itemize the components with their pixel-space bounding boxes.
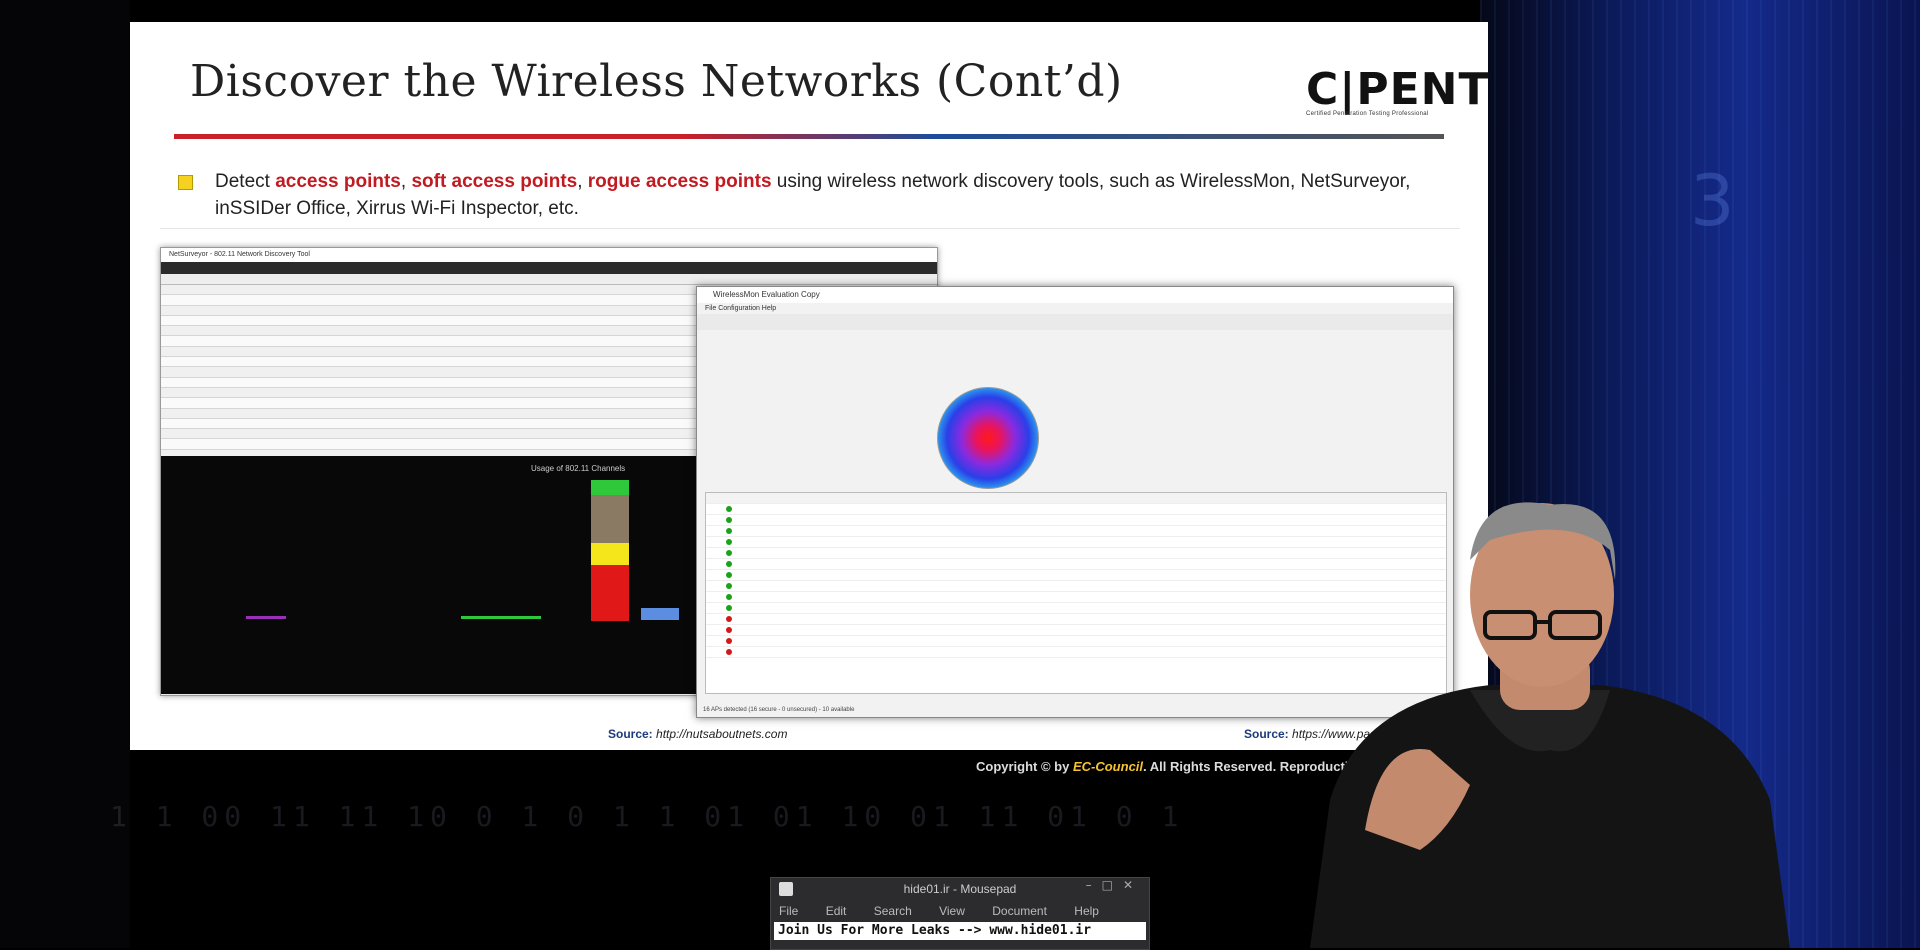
menu-edit[interactable]: Edit bbox=[826, 904, 847, 918]
status-dot-icon bbox=[726, 583, 732, 589]
chart-bar-yellow bbox=[591, 543, 629, 565]
wirelessmon-statusbar: 16 APs detected (16 secure - 0 unsecured… bbox=[703, 707, 855, 713]
netsurveyor-table-header bbox=[161, 274, 937, 285]
presenter-video bbox=[1310, 502, 1790, 948]
highlight-access-points: access points bbox=[275, 171, 401, 192]
mousepad-text-area[interactable]: Join Us For More Leaks --> www.hide01.ir bbox=[774, 922, 1146, 940]
status-dot-icon bbox=[726, 649, 732, 655]
menu-document[interactable]: Document bbox=[992, 904, 1047, 918]
text-editor-icon bbox=[779, 882, 793, 896]
slide-title: Discover the Wireless Networks (Cont’d) bbox=[190, 56, 1123, 107]
chart-bar-purple bbox=[246, 616, 286, 619]
menu-file[interactable]: File bbox=[779, 904, 798, 918]
chart-title: Usage of 802.11 Channels bbox=[531, 464, 626, 473]
mousepad-titlebar[interactable]: hide01.ir - Mousepad –□✕ bbox=[771, 878, 1149, 900]
source-left: Source: http://nutsaboutnets.com bbox=[608, 727, 787, 741]
bullet-sep: , bbox=[577, 171, 588, 192]
chart-bar-green-low bbox=[461, 616, 541, 619]
status-dot-icon bbox=[726, 616, 732, 622]
status-dot-icon bbox=[726, 528, 732, 534]
status-dot-icon bbox=[726, 517, 732, 523]
menu-search[interactable]: Search bbox=[874, 904, 912, 918]
wirelessmon-window-title: WirelessMon Evaluation Copy bbox=[697, 287, 1453, 303]
menu-view[interactable]: View bbox=[939, 904, 965, 918]
status-dot-icon bbox=[726, 627, 732, 633]
status-dot-icon bbox=[726, 550, 732, 556]
minimize-icon[interactable]: – bbox=[1086, 878, 1102, 892]
source-label: Source: bbox=[608, 727, 653, 741]
netsurveyor-window-title: NetSurveyor - 802.11 Network Discovery T… bbox=[161, 248, 937, 262]
mousepad-title: hide01.ir - Mousepad bbox=[903, 882, 1017, 896]
status-dot-icon bbox=[726, 594, 732, 600]
bullet-sep: , bbox=[400, 171, 412, 192]
wirelessmon-menubar: File Configuration Help bbox=[705, 305, 777, 312]
content-separator bbox=[160, 228, 1460, 229]
chart-bar-blue bbox=[641, 608, 679, 620]
close-icon[interactable]: ✕ bbox=[1123, 878, 1143, 892]
mousepad-menubar: File Edit Search View Document Help bbox=[771, 900, 1149, 922]
bullet-square-icon bbox=[178, 175, 193, 190]
status-dot-icon bbox=[726, 605, 732, 611]
highlight-soft-access-points: soft access points bbox=[411, 171, 578, 192]
highlight-rogue-access-points: rogue access points bbox=[587, 171, 772, 192]
source-url: http://nutsaboutnets.com bbox=[656, 727, 788, 741]
window-controls: –□✕ bbox=[1086, 878, 1143, 892]
menu-help[interactable]: Help bbox=[1074, 904, 1099, 918]
background-digit: 3 bbox=[1690, 160, 1735, 242]
netsurveyor-menubar bbox=[161, 262, 937, 274]
logo-text: C|PENT bbox=[1306, 64, 1490, 115]
chart-bar-red bbox=[591, 565, 629, 621]
status-dot-icon bbox=[726, 506, 732, 512]
title-divider bbox=[174, 134, 1444, 139]
maximize-icon[interactable]: □ bbox=[1102, 878, 1123, 892]
bullet-point: Detect access points, soft access points… bbox=[178, 168, 1478, 222]
cpent-logo: C|PENT Certified Penetration Testing Pro… bbox=[1306, 64, 1490, 134]
status-dot-icon bbox=[726, 561, 732, 567]
copyright-pre: Copyright © by bbox=[976, 759, 1073, 774]
status-dot-icon bbox=[726, 539, 732, 545]
signal-strength-radar bbox=[937, 387, 1039, 489]
chart-bar-brown bbox=[591, 495, 629, 543]
wirelessmon-toolbar bbox=[697, 314, 1453, 330]
chart-bar-green bbox=[591, 480, 629, 495]
mousepad-window[interactable]: hide01.ir - Mousepad –□✕ File Edit Searc… bbox=[770, 877, 1150, 950]
status-dot-icon bbox=[726, 572, 732, 578]
status-dot-icon bbox=[726, 638, 732, 644]
bullet-text: Detect access points, soft access points… bbox=[215, 168, 1478, 222]
bullet-text-pre: Detect bbox=[215, 171, 276, 192]
ec-council-logo: EC-Council bbox=[1072, 759, 1144, 774]
